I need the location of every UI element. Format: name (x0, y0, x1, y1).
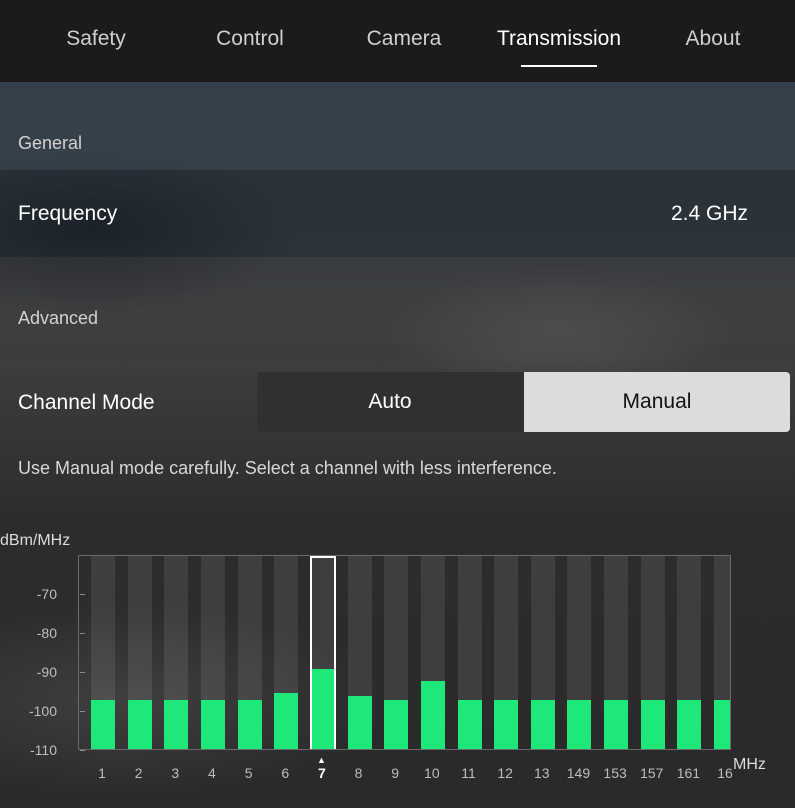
x-tick-label[interactable]: 3 (157, 765, 193, 781)
channel-bar-157 (640, 700, 665, 749)
channel-mode-auto-button[interactable]: Auto (257, 372, 523, 432)
y-tick-label: -90 (36, 664, 57, 680)
active-tab-indicator (521, 65, 597, 67)
x-tick-label[interactable]: 10 (414, 765, 450, 781)
x-tick-label[interactable]: 12 (487, 765, 523, 781)
y-tick-mark (80, 711, 85, 712)
x-tick-label[interactable]: 6 (267, 765, 303, 781)
channel-bar-153 (604, 700, 629, 749)
advanced-section-header: Advanced (0, 257, 795, 345)
chart-y-unit: dBm/MHz (0, 532, 71, 549)
general-section-header: General (0, 82, 795, 170)
x-tick-label[interactable]: 149 (560, 765, 596, 781)
channel-bar-1 (91, 700, 115, 749)
channel-bar-8 (347, 696, 372, 749)
interference-chart (78, 555, 731, 750)
x-tick-label[interactable]: 153 (597, 765, 633, 781)
channel-bar-5 (237, 700, 262, 749)
y-tick-mark (80, 672, 85, 673)
y-tick-mark (80, 633, 85, 634)
advanced-header-label: Advanced (18, 308, 99, 328)
x-tick-label[interactable]: 5 (231, 765, 267, 781)
channel-bar-161 (677, 700, 702, 749)
channel-bar-3 (164, 700, 189, 749)
frequency-label: Frequency (18, 202, 118, 225)
tab-bar: Safety Control Camera Transmission About (0, 0, 795, 82)
y-tick-mark (80, 750, 85, 751)
channel-bar-13 (530, 700, 555, 749)
channel-bar-9 (384, 700, 409, 749)
channel-bar-6 (274, 692, 299, 749)
x-tick-label[interactable]: 16 (707, 765, 743, 781)
tab-camera[interactable]: Camera (350, 22, 458, 56)
x-tick-label[interactable]: 11 (451, 765, 487, 781)
frequency-row[interactable]: Frequency 2.4 GHz (0, 170, 795, 257)
channel-mode-manual-button[interactable]: Manual (524, 372, 790, 432)
channel-bar-4 (200, 700, 225, 749)
selected-channel-caret-icon: ▲ (317, 755, 326, 765)
x-tick-label[interactable]: 4 (194, 765, 230, 781)
x-tick-label[interactable]: 157 (634, 765, 670, 781)
channel-bar-2 (127, 700, 152, 749)
channel-mode-label: Channel Mode (18, 391, 155, 414)
x-tick-label[interactable]: 9 (377, 765, 413, 781)
tab-safety[interactable]: Safety (43, 22, 149, 56)
channel-bar-11 (457, 700, 482, 749)
x-tick-label[interactable]: 2 (121, 765, 157, 781)
tab-about[interactable]: About (665, 22, 761, 56)
x-tick-label[interactable]: 13 (524, 765, 560, 781)
y-tick-label: -80 (36, 625, 57, 641)
x-tick-label[interactable]: 1 (84, 765, 120, 781)
general-header-label: General (18, 133, 83, 153)
channel-bar-10 (420, 680, 445, 749)
x-tick-label[interactable]: 7 (304, 765, 340, 781)
y-tick-label: -70 (36, 586, 57, 602)
x-tick-label[interactable]: 161 (670, 765, 706, 781)
frequency-value[interactable]: 2.4 GHz (671, 202, 748, 226)
manual-mode-hint: Use Manual mode carefully. Select a chan… (18, 458, 557, 478)
channel-bar-12 (494, 700, 519, 749)
y-tick-label: -100 (28, 703, 57, 719)
x-tick-label[interactable]: 8 (341, 765, 377, 781)
y-tick-label: -110 (30, 742, 57, 758)
selected-channel-outline (309, 556, 336, 749)
channel-mode-segmented-control: Auto Manual (257, 372, 790, 432)
channel-bar-149 (567, 700, 592, 749)
y-tick-mark (80, 594, 85, 595)
tab-transmission[interactable]: Transmission (484, 22, 634, 56)
channel-bar-165 (714, 700, 730, 749)
tab-control[interactable]: Control (196, 22, 304, 56)
